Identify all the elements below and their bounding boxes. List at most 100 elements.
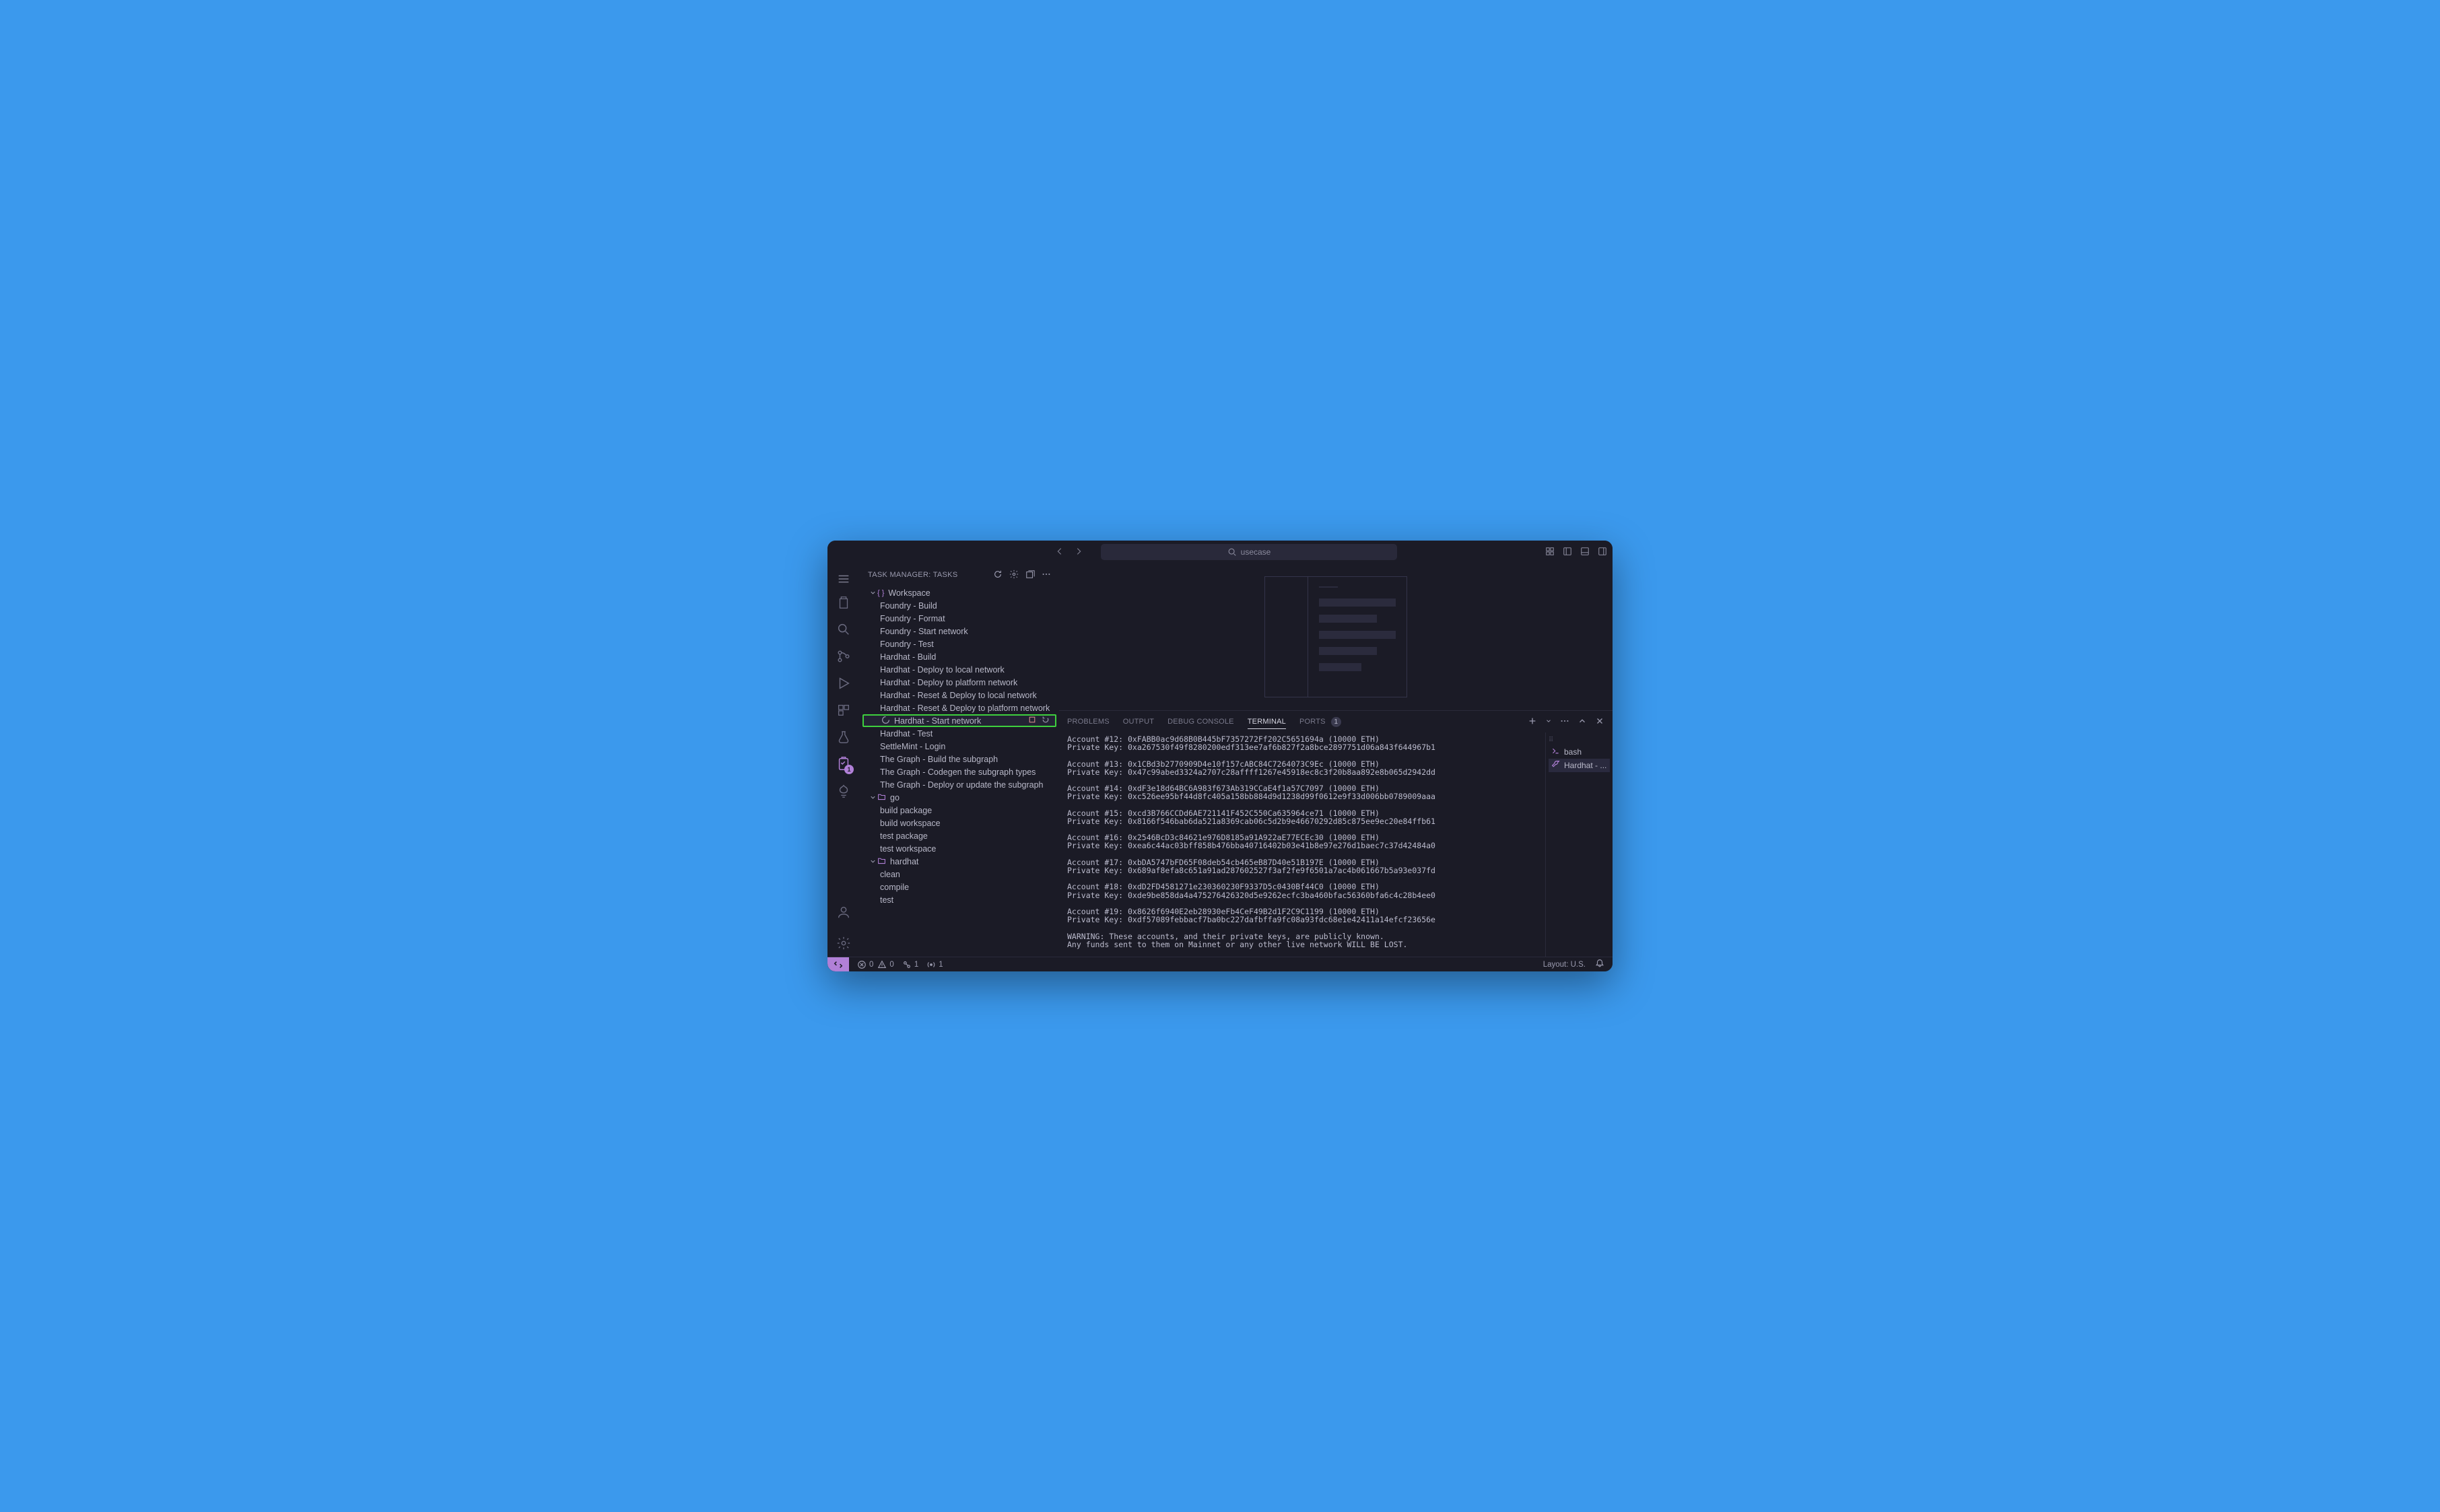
task-item[interactable]: Hardhat - Build xyxy=(860,650,1059,663)
task-item-label: compile xyxy=(880,883,909,892)
sidebar-header: TASK MANAGER: TASKS xyxy=(860,563,1059,586)
task-item[interactable]: clean xyxy=(860,868,1059,881)
task-item-label: test xyxy=(880,895,893,905)
tab-output[interactable]: OUTPUT xyxy=(1123,718,1154,726)
nav-back-icon[interactable] xyxy=(1055,547,1064,558)
explorer-icon[interactable] xyxy=(827,589,860,616)
collapse-icon[interactable] xyxy=(1025,570,1035,581)
panel-close-icon[interactable] xyxy=(1595,716,1604,728)
new-terminal-icon[interactable] xyxy=(1528,716,1537,728)
search-placeholder: usecase xyxy=(1241,547,1271,557)
vscode-window: usecase 1 xyxy=(827,541,1613,971)
remote-indicator[interactable] xyxy=(827,957,849,972)
tab-terminal[interactable]: TERMINAL xyxy=(1248,718,1286,729)
task-item[interactable]: Hardhat - Test xyxy=(860,727,1059,740)
stop-icon[interactable] xyxy=(1028,716,1036,726)
menu-icon[interactable] xyxy=(827,569,860,589)
panel-maximize-icon[interactable] xyxy=(1578,716,1587,728)
refresh-icon[interactable] xyxy=(993,570,1003,581)
status-errors-count: 0 xyxy=(869,961,873,969)
task-item[interactable]: Hardhat - Reset & Deploy to local networ… xyxy=(860,689,1059,701)
status-warnings[interactable]: 0 xyxy=(877,960,893,969)
gear-icon[interactable] xyxy=(1009,570,1019,581)
tab-ports-label: PORTS xyxy=(1299,718,1326,726)
nav-forward-icon[interactable] xyxy=(1074,547,1083,558)
task-item[interactable]: The Graph - Build the subgraph xyxy=(860,753,1059,765)
task-tree: { }Workspace Foundry - BuildFoundry - For… xyxy=(860,586,1059,957)
tab-ports[interactable]: PORTS 1 xyxy=(1299,717,1341,727)
task-item[interactable]: Hardhat - Reset & Deploy to platform net… xyxy=(860,701,1059,714)
layout-sidebar-left-icon[interactable] xyxy=(1563,547,1572,558)
task-item-label: Hardhat - Deploy to platform network xyxy=(880,678,1017,687)
bell-icon[interactable] xyxy=(1595,959,1604,970)
terminal-more-icon[interactable] xyxy=(1560,716,1569,728)
terminal-list: ⠿ bash Hardhat - ... xyxy=(1545,732,1613,957)
task-group[interactable]: hardhat xyxy=(860,855,1059,868)
terminal-item-bash[interactable]: bash xyxy=(1549,745,1610,759)
task-group[interactable]: go xyxy=(860,791,1059,804)
settings-gear-icon[interactable] xyxy=(827,930,860,957)
sidebar-title: TASK MANAGER: TASKS xyxy=(868,571,957,579)
task-item[interactable]: build workspace xyxy=(860,817,1059,829)
empty-editor-placeholder xyxy=(1264,576,1407,697)
account-icon[interactable] xyxy=(827,899,860,926)
restart-icon[interactable] xyxy=(1042,716,1050,726)
source-control-icon[interactable] xyxy=(827,643,860,670)
task-item[interactable]: Foundry - Start network xyxy=(860,625,1059,638)
broadcast-icon xyxy=(926,960,936,969)
task-item-label: Foundry - Build xyxy=(880,601,937,611)
terminal-item-label: bash xyxy=(1564,747,1582,757)
task-item-label: SettleMint - Login xyxy=(880,742,945,751)
task-group[interactable]: { }Workspace xyxy=(860,586,1059,599)
task-manager-icon[interactable]: 1 xyxy=(827,751,860,778)
layout-grid-icon[interactable] xyxy=(1545,547,1555,558)
task-item[interactable]: build package xyxy=(860,804,1059,817)
status-radio-count: 1 xyxy=(939,961,943,969)
task-item-label: Foundry - Test xyxy=(880,640,934,649)
task-item[interactable]: Foundry - Format xyxy=(860,612,1059,625)
status-errors[interactable]: 0 xyxy=(857,960,873,969)
task-item[interactable]: Foundry - Build xyxy=(860,599,1059,612)
task-item[interactable]: test package xyxy=(860,829,1059,842)
task-item[interactable]: SettleMint - Login xyxy=(860,740,1059,753)
ports-badge: 1 xyxy=(1331,717,1341,727)
task-item[interactable]: test workspace xyxy=(860,842,1059,855)
status-ports-count: 1 xyxy=(914,961,918,969)
task-item[interactable]: Hardhat - Deploy to platform network xyxy=(860,676,1059,689)
tab-debug-console[interactable]: DEBUG CONSOLE xyxy=(1167,718,1234,726)
terminal-dropdown-icon[interactable] xyxy=(1545,718,1552,726)
terminal-item-hardhat[interactable]: Hardhat - ... xyxy=(1549,759,1610,772)
extensions-icon[interactable] xyxy=(827,697,860,724)
status-ports[interactable]: 1 xyxy=(902,960,918,969)
titlebar: usecase xyxy=(827,541,1613,563)
task-item-label: Hardhat - Build xyxy=(880,652,936,662)
terminal-item-label: Hardhat - ... xyxy=(1564,761,1606,770)
task-item[interactable]: test xyxy=(860,893,1059,906)
task-group-label: hardhat xyxy=(890,857,918,866)
tab-problems[interactable]: PROBLEMS xyxy=(1067,718,1110,726)
more-icon[interactable] xyxy=(1042,570,1051,581)
run-debug-icon[interactable] xyxy=(827,670,860,697)
editor-area xyxy=(1059,563,1613,710)
layout-panel-bottom-icon[interactable] xyxy=(1580,547,1590,558)
task-item[interactable]: Hardhat - Start network xyxy=(862,714,1056,727)
task-item[interactable]: Foundry - Test xyxy=(860,638,1059,650)
status-layout[interactable]: Layout: U.S. xyxy=(1543,961,1586,969)
task-item-label: The Graph - Codegen the subgraph types xyxy=(880,767,1036,777)
task-item[interactable]: Hardhat - Deploy to local network xyxy=(860,663,1059,676)
terminal-drag-handle[interactable]: ⠿ xyxy=(1549,736,1551,744)
terminal-output[interactable]: Account #12: 0xFABB0ac9d68B0B445bF735727… xyxy=(1059,732,1545,957)
genie-icon[interactable] xyxy=(827,778,860,804)
task-item[interactable]: The Graph - Codegen the subgraph types xyxy=(860,765,1059,778)
layout-sidebar-right-icon[interactable] xyxy=(1598,547,1607,558)
task-item-label: The Graph - Build the subgraph xyxy=(880,755,998,764)
task-item-label: build workspace xyxy=(880,819,941,828)
testing-icon[interactable] xyxy=(827,724,860,751)
ports-icon xyxy=(902,960,912,969)
task-item-label: The Graph - Deploy or update the subgrap… xyxy=(880,780,1044,790)
command-center[interactable]: usecase xyxy=(1101,544,1397,560)
search-activity-icon[interactable] xyxy=(827,616,860,643)
task-item[interactable]: The Graph - Deploy or update the subgrap… xyxy=(860,778,1059,791)
task-item[interactable]: compile xyxy=(860,881,1059,893)
status-radio[interactable]: 1 xyxy=(926,960,943,969)
